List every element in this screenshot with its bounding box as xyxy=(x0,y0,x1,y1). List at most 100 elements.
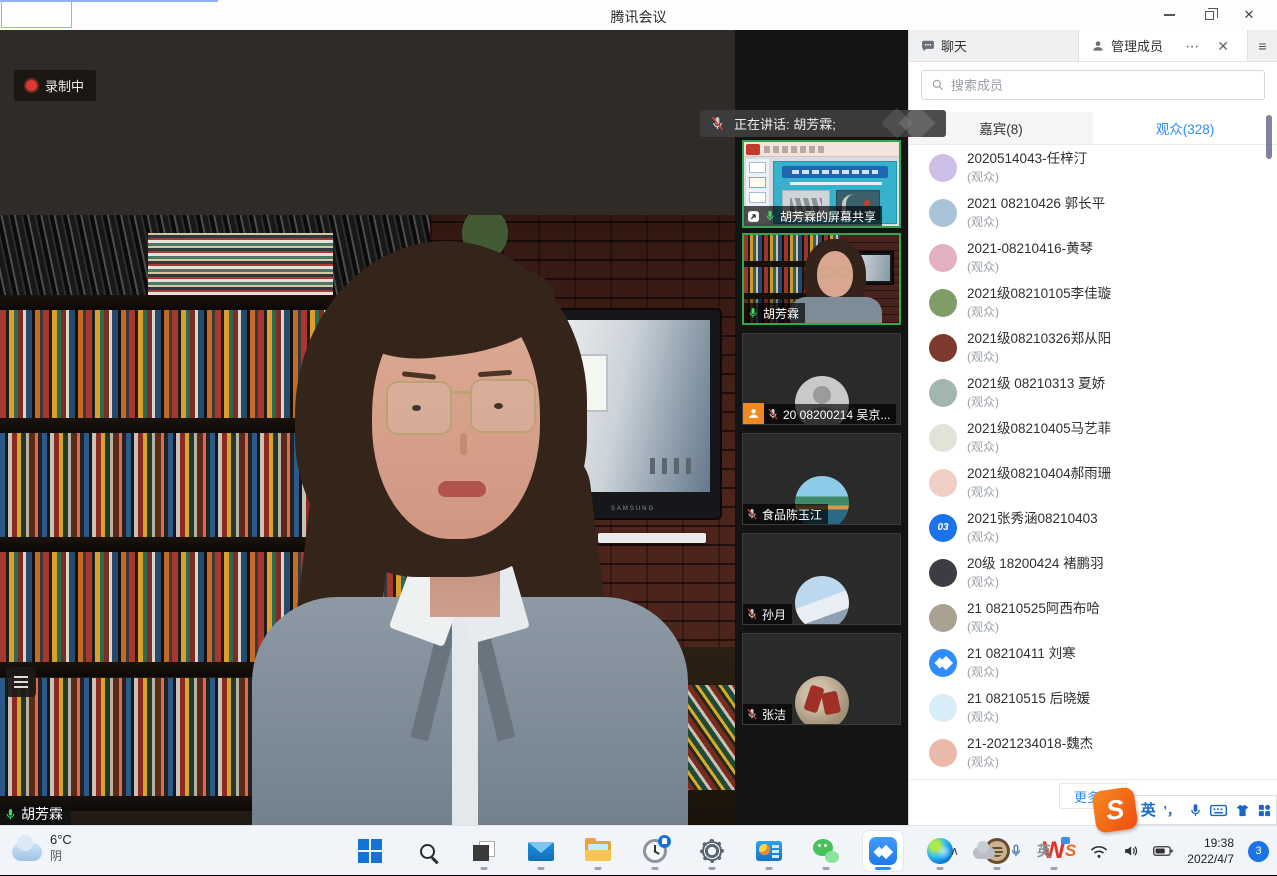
member-avatar xyxy=(929,379,957,407)
onedrive-icon[interactable] xyxy=(973,847,995,859)
member-name: 2021-08210416-黄琴 xyxy=(967,240,1093,258)
member-row[interactable]: 21 08210525阿西布哈 (观众) xyxy=(909,595,1277,640)
minimize-button[interactable] xyxy=(1149,0,1189,30)
minimize-icon xyxy=(1164,14,1175,16)
member-role: (观众) xyxy=(967,169,1087,185)
person-icon xyxy=(1091,39,1105,53)
member-row[interactable]: 2021-08210416-黄琴 (观众) xyxy=(909,235,1277,280)
member-row[interactable]: 2020514043-任梓汀 (观众) xyxy=(909,145,1277,190)
member-row[interactable]: 2021级08210405马艺菲 (观众) xyxy=(909,415,1277,460)
thumbnail-name: 张洁 xyxy=(762,706,786,723)
member-row[interactable]: 2021级08210105李佳璇 (观众) xyxy=(909,280,1277,325)
title-bar: 腾讯会议 ✕ xyxy=(0,0,1277,30)
member-row[interactable]: 21 08210515 后晓媛 (观众) xyxy=(909,685,1277,730)
member-role: (观众) xyxy=(967,709,1090,725)
ime-skin-icon[interactable] xyxy=(1235,803,1250,818)
battery-icon[interactable] xyxy=(1153,844,1173,858)
member-row[interactable]: 03 2021张秀涵08210403 (观众) xyxy=(909,505,1277,550)
clock-app-button[interactable] xyxy=(635,831,675,871)
member-search-box[interactable] xyxy=(921,70,1265,100)
clock-datetime[interactable]: 19:38 2022/4/7 xyxy=(1187,835,1234,867)
speaker-icon[interactable] xyxy=(1122,843,1139,859)
ime-language-toggle[interactable]: 英 xyxy=(1141,803,1156,818)
sogou-logo[interactable]: S xyxy=(1091,786,1138,833)
thumbnail-participant[interactable]: 张洁 xyxy=(742,633,901,725)
weather-condition: 阴 xyxy=(50,849,72,865)
avatar-badge-text: 03 xyxy=(937,522,948,533)
ime-mic-icon[interactable] xyxy=(1188,803,1203,818)
tray-expand-chevron-icon[interactable]: ∧ xyxy=(950,844,959,858)
member-avatar xyxy=(929,604,957,632)
member-row[interactable]: 20级 18200424 褚鹏羽 (观众) xyxy=(909,550,1277,595)
tencent-meeting-button[interactable] xyxy=(863,831,903,871)
mail-app-button[interactable] xyxy=(521,831,561,871)
thumbnail-participant[interactable]: 20 08200214 吴京... xyxy=(742,333,901,425)
ime-punctuation-toggle[interactable]: ’， xyxy=(1163,804,1180,817)
panel-close-button[interactable]: ✕ xyxy=(1211,30,1235,62)
mic-muted-icon xyxy=(746,508,758,520)
member-row[interactable]: 21 08210411 刘寒 (观众) xyxy=(909,640,1277,685)
member-role: (观众) xyxy=(967,439,1111,455)
panel-menu-button[interactable]: ≡ xyxy=(1247,30,1277,61)
restore-button[interactable] xyxy=(1189,0,1229,30)
member-row[interactable]: 21-2021234018-魏杰 (观众) xyxy=(909,730,1277,775)
decor xyxy=(650,458,696,474)
participant-avatar xyxy=(795,676,849,725)
tray-language-indicator[interactable]: 英 xyxy=(1037,841,1051,861)
share-icon xyxy=(747,210,760,223)
wifi-icon[interactable] xyxy=(1090,844,1108,859)
task-view-button[interactable] xyxy=(464,831,504,871)
thumbnail-participant[interactable]: 孙月 xyxy=(742,533,901,625)
mic-muted-icon xyxy=(746,708,758,720)
ime-toolbox-icon[interactable] xyxy=(1257,803,1272,818)
mic-muted-icon xyxy=(710,116,725,131)
decor xyxy=(749,192,766,203)
member-list[interactable]: 2020514043-任梓汀 (观众) 2021 08210426 郭长平 (观… xyxy=(909,145,1277,779)
panel-more-button[interactable]: ⋯ xyxy=(1179,30,1205,62)
thumbnail-participant[interactable]: 食品陈玉江 xyxy=(742,433,901,525)
start-button[interactable] xyxy=(350,831,390,871)
member-role: (观众) xyxy=(967,754,1093,770)
mic-muted-icon xyxy=(746,608,758,620)
photos-app-button[interactable] xyxy=(749,831,789,871)
member-row[interactable]: 2021 08210426 郭长平 (观众) xyxy=(909,190,1277,235)
member-row[interactable]: 2021级 08210313 夏娇 (观众) xyxy=(909,370,1277,415)
mic-on-icon xyxy=(764,210,776,222)
member-role-badge xyxy=(743,403,764,424)
notification-badge[interactable]: 3 xyxy=(1248,841,1269,862)
member-avatar xyxy=(929,739,957,767)
member-role: (观众) xyxy=(967,574,1104,590)
settings-button[interactable] xyxy=(692,831,732,871)
tray-time: 19:38 xyxy=(1204,835,1234,851)
ime-toolbar: 英 ’， xyxy=(1124,795,1277,825)
member-row[interactable]: 2021级08210404郝雨珊 (观众) xyxy=(909,460,1277,505)
tray-mic-icon[interactable] xyxy=(1009,843,1023,859)
tab-audience[interactable]: 观众(328) xyxy=(1093,112,1277,144)
tray-sogou-icon[interactable]: S xyxy=(1065,841,1076,861)
main-video[interactable]: SAMSUNG xyxy=(0,30,735,825)
member-role: (观众) xyxy=(967,349,1111,365)
thumbnail-screen-share[interactable]: 胡芳霖的屏幕共享 xyxy=(742,140,901,228)
member-role: (观众) xyxy=(967,664,1076,680)
thumbnail-name: 孙月 xyxy=(762,606,786,623)
scrollbar-thumb[interactable] xyxy=(1266,115,1272,159)
weather-widget[interactable]: 6°C 阴 xyxy=(12,832,72,864)
search-input[interactable] xyxy=(951,78,1255,93)
decor xyxy=(820,267,833,277)
wechat-button[interactable] xyxy=(806,831,846,871)
ime-keyboard-icon[interactable] xyxy=(1210,803,1227,818)
clock-icon xyxy=(643,839,667,863)
thumbnail-label: 20 08200214 吴京... xyxy=(764,404,896,424)
close-button[interactable]: ✕ xyxy=(1229,0,1269,30)
tab-manage-members[interactable]: 管理成员 ⋯ ✕ xyxy=(1079,30,1247,61)
taskbar-search-button[interactable] xyxy=(407,831,447,871)
thumbnail-speaker-video[interactable]: 胡芳霖 xyxy=(742,233,901,325)
edge-icon xyxy=(927,838,953,864)
tab-chat[interactable]: 聊天 xyxy=(909,30,1079,61)
member-name: 2020514043-任梓汀 xyxy=(967,150,1087,168)
thumbnail-name: 20 08200214 吴京... xyxy=(783,406,890,423)
file-explorer-button[interactable] xyxy=(578,831,618,871)
member-row[interactable]: 2021级08210326郑从阳 (观众) xyxy=(909,325,1277,370)
layout-toggle-button[interactable] xyxy=(6,667,36,697)
thumbnail-name: 胡芳霖 xyxy=(763,305,799,322)
